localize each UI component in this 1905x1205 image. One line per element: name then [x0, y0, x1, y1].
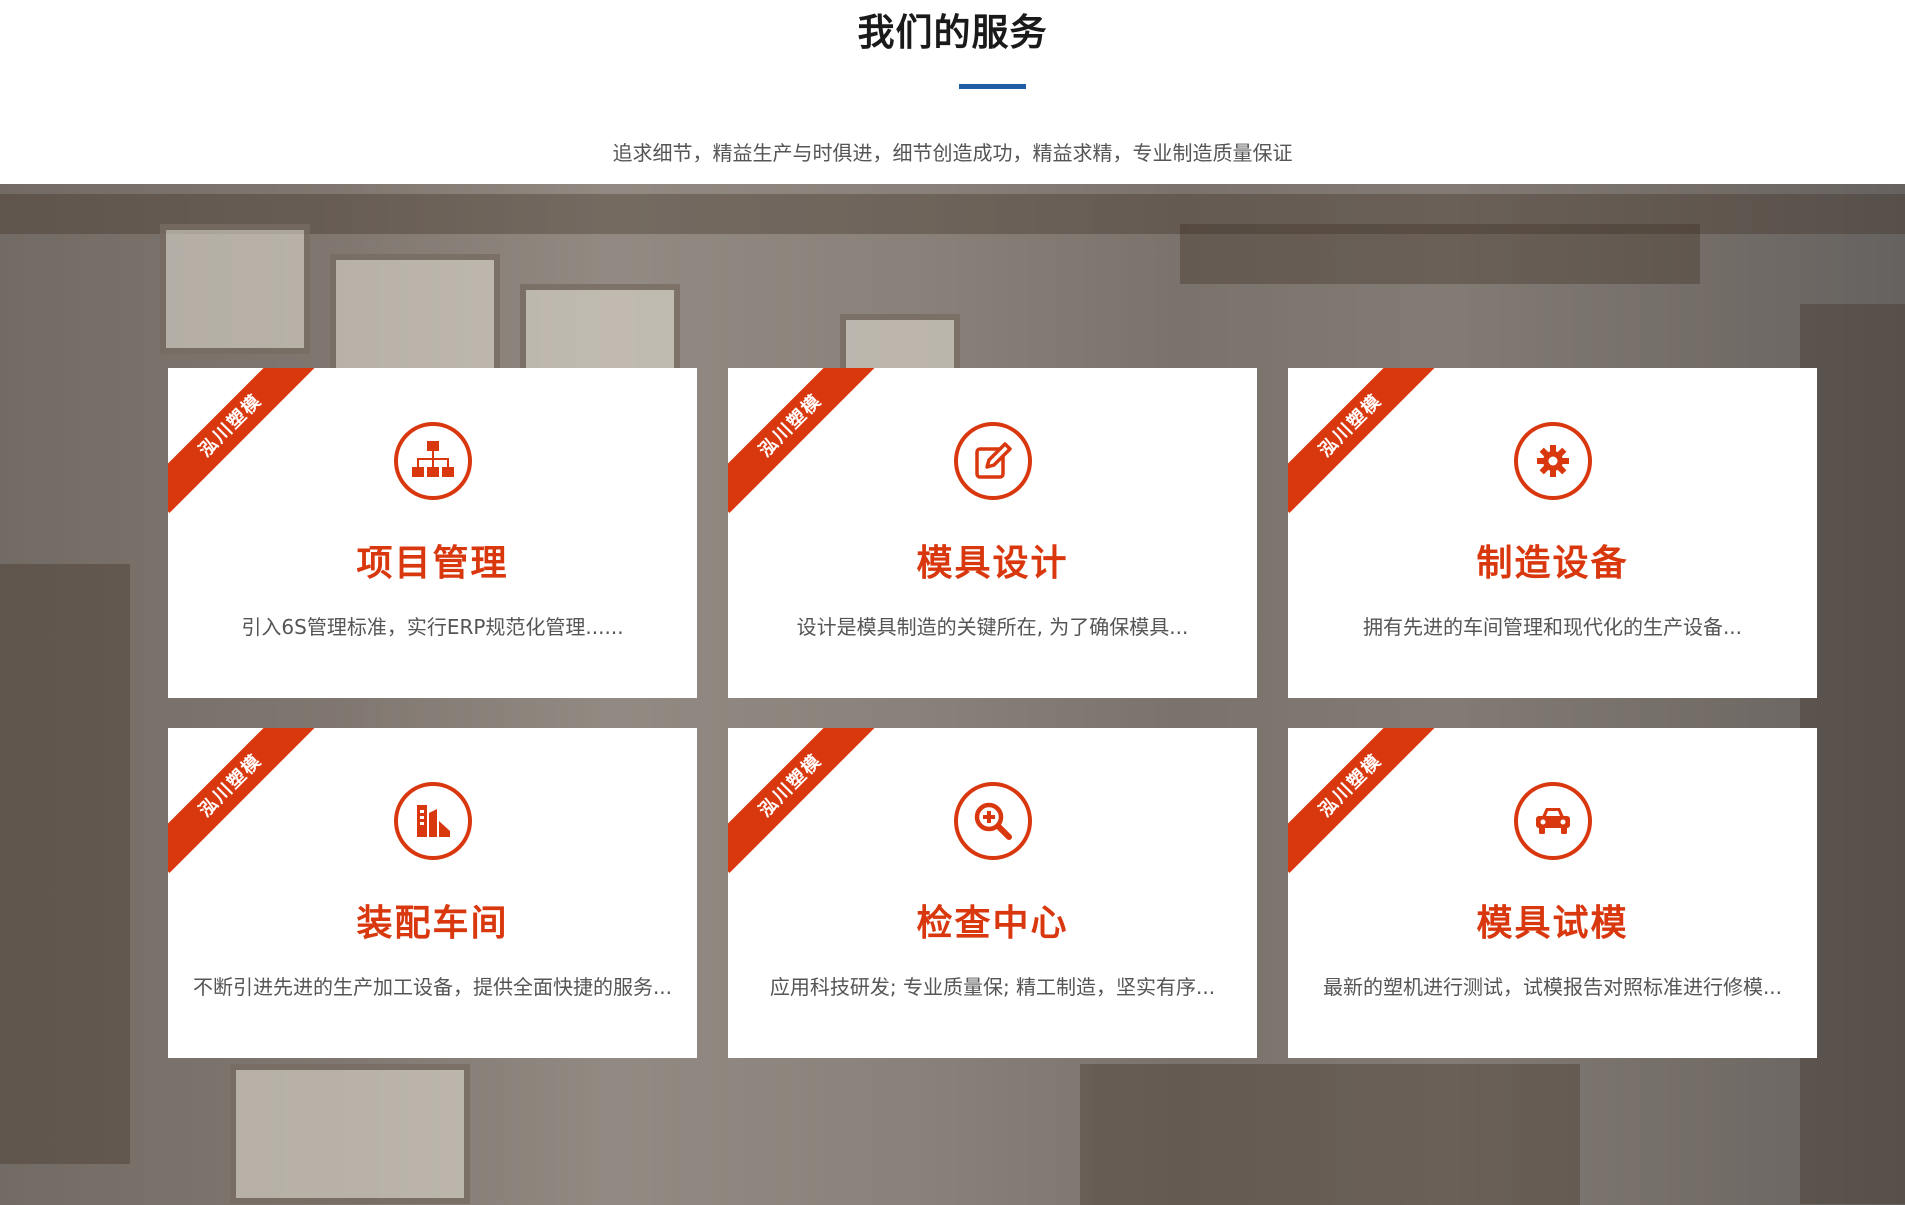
machine: [1080, 1064, 1580, 1205]
brand-ribbon: 泓川塑模: [168, 728, 318, 873]
brand-ribbon: 泓川塑模: [728, 728, 878, 873]
car-icon: [1514, 782, 1592, 860]
service-card[interactable]: 泓川塑模 模具试模 最新的塑机进行测试，试模报告对照标准进行修模...: [1288, 728, 1817, 1058]
service-cards: 泓川塑模 项目管理 引入6S管理标准，实行ERP规范化管理...... 泓川塑模: [168, 368, 1817, 1058]
service-card[interactable]: 泓川塑模 项目管理 引入6S管理标准，实行ERP规范化管理......: [168, 368, 697, 698]
section-title: 我们的服务: [857, 11, 1048, 54]
brand-ribbon: 泓川塑模: [1288, 728, 1438, 873]
pillar: [0, 564, 130, 1164]
edit-icon: [954, 422, 1032, 500]
service-description: 最新的塑机进行测试，试模报告对照标准进行修模...: [1322, 975, 1783, 999]
ceiling-beam: [1180, 224, 1700, 284]
service-description: 拥有先进的车间管理和现代化的生产设备...: [1362, 615, 1743, 639]
service-title: 制造设备: [1476, 543, 1629, 584]
service-description: 不断引进先进的生产加工设备，提供全面快捷的服务...: [192, 975, 673, 999]
search-plus-icon: [954, 782, 1032, 860]
brand-ribbon: 泓川塑模: [168, 368, 318, 513]
service-title: 模具设计: [916, 543, 1069, 584]
title-underline: [959, 84, 1026, 89]
service-card[interactable]: 泓川塑模 制造设备 拥有先进的车间管理和现代化的生产设备...: [1288, 368, 1817, 698]
brand-ribbon: 泓川塑模: [728, 368, 878, 513]
window: [160, 224, 310, 354]
service-title: 模具试模: [1476, 903, 1629, 944]
service-card[interactable]: 泓川塑模 模具设计 设计是模具制造的关键所在, 为了确保模具...: [728, 368, 1257, 698]
service-title: 检查中心: [916, 903, 1069, 944]
layers-icon: [394, 782, 472, 860]
service-card[interactable]: 泓川塑模 装配车间 不断引进先进的生产加工设备，提供全面快捷的服务...: [168, 728, 697, 1058]
service-description: 应用科技研发; 专业质量保; 精工制造，坚实有序...: [769, 975, 1216, 999]
window: [230, 1064, 470, 1204]
services-header: 我们的服务 追求细节，精益生产与时俱进，细节创造成功，精益求精，专业制造质量保证: [0, 0, 1905, 184]
sitemap-icon: [394, 422, 472, 500]
service-description: 设计是模具制造的关键所在, 为了确保模具...: [796, 615, 1189, 639]
gear-icon: [1514, 422, 1592, 500]
brand-ribbon: 泓川塑模: [1288, 368, 1438, 513]
service-title: 装配车间: [356, 903, 509, 944]
service-title: 项目管理: [356, 543, 509, 584]
service-card[interactable]: 泓川塑模 检查中心 应用科技研发; 专业质量保; 精工制造，坚实有序...: [728, 728, 1257, 1058]
service-description: 引入6S管理标准，实行ERP规范化管理......: [241, 615, 624, 639]
section-subtitle: 追求细节，精益生产与时俱进，细节创造成功，精益求精，专业制造质量保证: [612, 141, 1293, 165]
